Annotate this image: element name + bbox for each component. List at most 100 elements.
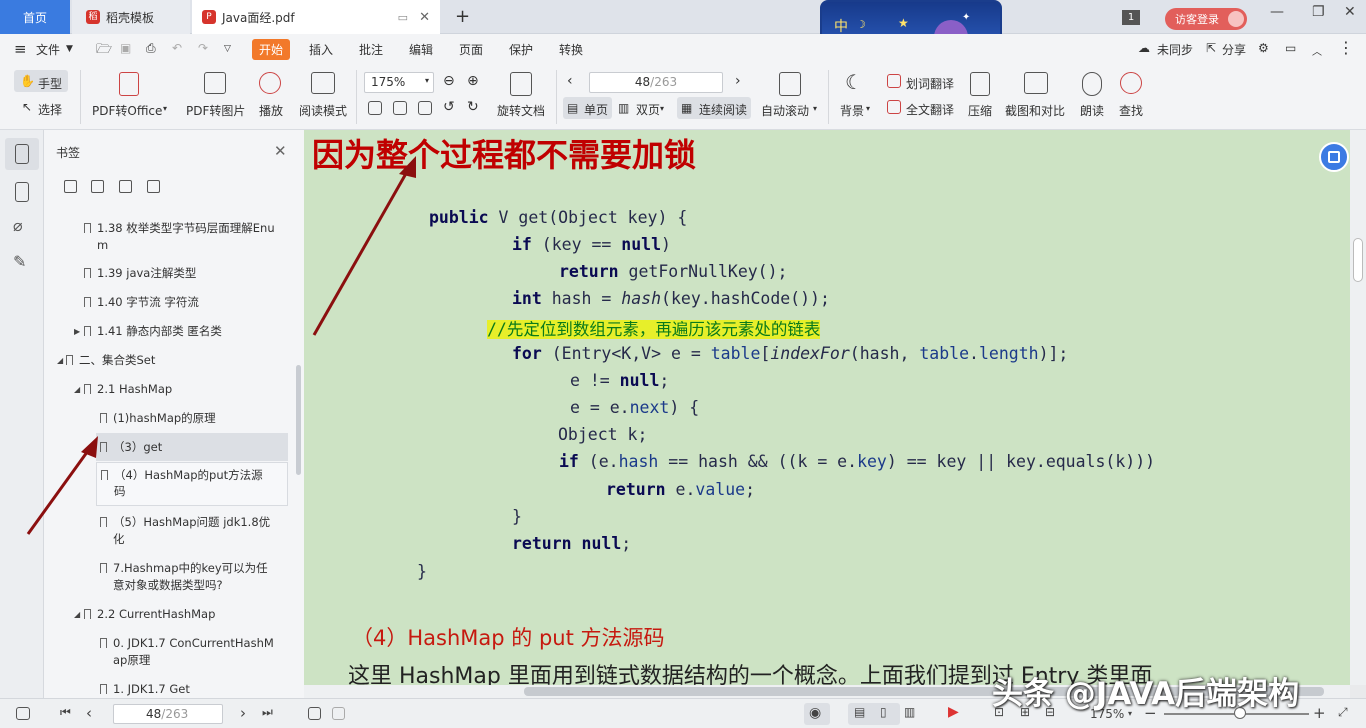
status-play-icon[interactable]: ▶ [948,704,959,720]
single-page-button[interactable]: 单页 [584,101,608,118]
bookmark-item[interactable]: (1)hashMap的原理 [100,410,216,426]
compress-button[interactable]: 压缩 [968,102,992,119]
continuous-read-button[interactable]: 连续阅读 [699,101,747,118]
hand-tool-button[interactable]: 手型 [38,75,62,92]
share-icon[interactable]: ⇱ [1206,41,1216,55]
eye-protect-icon[interactable]: ◉ [809,705,821,721]
share-button[interactable]: 分享 [1222,41,1246,58]
tab-home[interactable]: 首页 [0,0,70,34]
bookmark-item[interactable]: 1.38 枚举类型字节码层面理解Enu [84,220,275,236]
page-number-input[interactable]: 48/263 [589,72,723,93]
background-dropdown-icon[interactable]: ▾ [866,104,870,113]
collapse-arrow-icon[interactable]: ◢ [57,356,63,365]
collapse-bookmark-icon[interactable] [147,180,160,193]
zoom-select[interactable]: 175% ▾ [364,72,434,93]
collapse-arrow-icon[interactable]: ◢ [74,610,80,619]
screenshot-compare-button[interactable]: 截图和对比 [1005,102,1065,119]
zoom-out-icon[interactable]: ⊖ [443,73,455,89]
auto-scroll-dropdown-icon[interactable]: ▾ [813,104,817,113]
print-icon[interactable]: ⎙ [146,41,156,56]
status-double-page-icon[interactable]: ▥ [904,705,915,719]
menu-insert[interactable]: 插入 [309,41,333,58]
settings-icon[interactable]: ⚙ [1258,41,1269,55]
undo-icon[interactable]: ↶ [172,41,182,55]
panel-close-icon[interactable]: ✕ [274,142,287,160]
background-button[interactable]: 背景 [840,102,864,119]
vertical-scroll-thumb[interactable] [1353,238,1363,282]
open-icon[interactable]: 🗁 [96,40,112,62]
floating-tool-button[interactable] [1319,142,1349,172]
select-tool-button[interactable]: 选择 [38,101,62,118]
read-mode-button[interactable]: 阅读模式 [299,102,347,119]
pdf-to-office-dropdown-icon[interactable]: ▾ [163,104,167,113]
back-icon[interactable] [308,707,321,720]
next-page-icon[interactable]: › [735,73,741,89]
menu-edit[interactable]: 编辑 [409,41,433,58]
bookmark-item-selected[interactable]: （3）get [96,433,288,461]
full-translate-button[interactable]: 全文翻译 [906,101,954,118]
prev-page-icon[interactable]: ‹ [567,73,573,89]
save-icon[interactable]: ▣ [120,41,131,55]
find-button[interactable]: 查找 [1119,102,1143,119]
redo-icon[interactable]: ↷ [198,41,208,55]
bookmark-item[interactable]: 1.40 字节流 字符流 [84,294,199,310]
hamburger-icon[interactable]: ≡ [14,40,27,58]
double-page-button[interactable]: 双页 [636,101,660,118]
bookmark-item[interactable]: 1.39 java注解类型 [84,265,196,281]
forward-icon[interactable] [332,707,345,720]
pdf-to-office-button[interactable]: PDF转Office [92,102,162,119]
expand-bookmark-icon[interactable] [119,180,132,193]
menu-file[interactable]: 文件 [36,41,60,58]
restore-icon[interactable]: ❐ [1312,4,1325,20]
double-page-dropdown-icon[interactable]: ▾ [660,104,664,113]
status-continuous-icon[interactable]: ▯ [880,705,887,719]
delete-bookmark-icon[interactable] [91,180,104,193]
status-page-input[interactable]: 48/263 [113,704,223,724]
cloud-icon[interactable]: ☁ [1138,41,1150,55]
actual-size-icon[interactable] [368,101,382,115]
tab-document[interactable]: P Java面经.pdf ▭ ✕ [192,0,440,34]
rotate-right-icon[interactable]: ↻ [467,99,479,115]
first-page-icon[interactable]: ⏮ [60,705,71,720]
status-zoom-in-icon[interactable]: + [1313,704,1326,722]
quick-access-dropdown-icon[interactable]: ▽ [224,44,231,54]
minimize-icon[interactable]: — [1270,4,1284,20]
bookmark-panel-icon[interactable] [15,144,29,164]
more-icon[interactable]: ⋮ [1338,38,1354,57]
bookmark-item[interactable]: 0. JDK1.7 ConCurrentHashM [100,635,274,651]
status-next-page-icon[interactable]: › [240,704,246,722]
login-button[interactable]: 访客登录 [1165,8,1247,30]
read-aloud-button[interactable]: 朗读 [1080,102,1104,119]
tab-close-icon[interactable]: ✕ [419,10,430,25]
thumbnail-panel-icon[interactable] [15,182,29,202]
menu-protect[interactable]: 保护 [509,41,533,58]
window-count-badge[interactable]: 1 [1122,10,1140,25]
tab-template[interactable]: 稻 稻壳模板 [72,0,190,34]
bookmark-item[interactable]: 二、集合类Set [66,352,155,368]
bookmark-item[interactable]: 1.41 静态内部类 匿名类 [84,323,222,339]
bookmark-item[interactable]: 1. JDK1.7 Get [100,681,190,697]
fullscreen-icon[interactable]: ⤢ [1338,705,1348,720]
signature-icon[interactable]: ✎ [13,252,26,271]
menu-annotate[interactable]: 批注 [359,41,383,58]
zoom-in-icon[interactable]: ⊕ [467,73,479,89]
close-window-icon[interactable]: ✕ [1344,4,1356,20]
expand-arrow-icon[interactable]: ▶ [74,327,80,336]
bookmark-item[interactable]: （5）HashMap问题 jdk1.8优 [100,514,270,530]
collapse-ribbon-icon[interactable]: ︿ [1312,43,1322,58]
auto-scroll-button[interactable]: 自动滚动 [761,102,809,119]
tab-restore-icon[interactable]: ▭ [398,11,408,24]
fit-page-icon[interactable] [393,101,407,115]
add-bookmark-icon[interactable] [64,180,77,193]
bookmark-item[interactable]: 2.1 HashMap [84,381,172,397]
toggle-sidebar-icon[interactable] [16,707,30,720]
collapse-arrow-icon[interactable]: ◢ [74,385,80,394]
vertical-scrollbar[interactable] [1350,130,1366,685]
bookmark-item[interactable]: 7.Hashmap中的key可以为任 [100,560,268,576]
pdf-to-image-button[interactable]: PDF转图片 [186,102,245,119]
fit-width-icon[interactable] [418,101,432,115]
rotate-doc-button[interactable]: 旋转文档 [497,102,545,119]
play-button[interactable]: 播放 [259,102,283,119]
comment-icon[interactable]: ▭ [1285,41,1296,55]
file-dropdown-icon[interactable]: ▼ [66,44,73,54]
